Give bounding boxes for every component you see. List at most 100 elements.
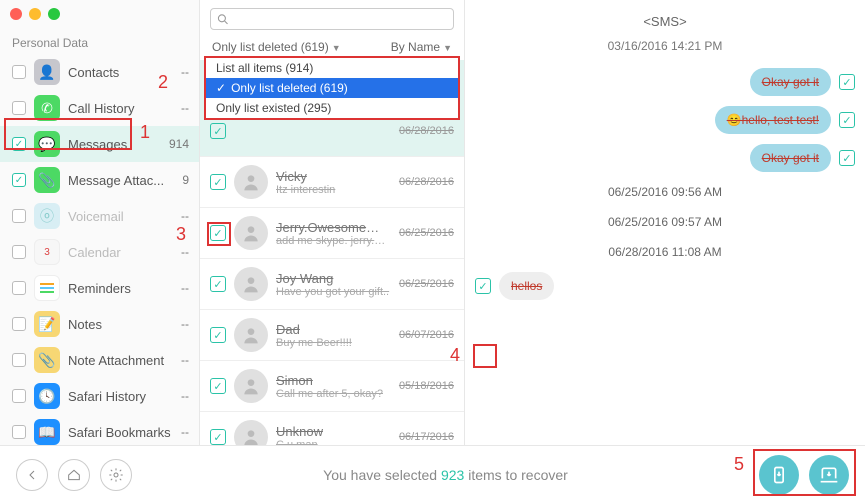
- search-input[interactable]: [210, 8, 454, 30]
- sidebar-item-message-attach[interactable]: 📎 Message Attac... 9: [0, 162, 199, 198]
- sidebar-item-label: Calendar: [68, 245, 121, 260]
- bubble-checkbox[interactable]: [839, 74, 855, 90]
- sidebar-item-messages[interactable]: 💬 Messages 914: [0, 126, 199, 162]
- filter-option-existed[interactable]: Only list existed (295): [206, 98, 458, 118]
- sort-dropdown-trigger[interactable]: By Name▼: [391, 40, 452, 54]
- sidebar-item-label: Reminders: [68, 281, 131, 296]
- reminders-icon: [34, 275, 60, 301]
- sidebar-item-reminders[interactable]: Reminders --: [0, 270, 199, 306]
- footer: You have selected 923 items to recover: [0, 445, 865, 503]
- avatar: [234, 420, 268, 445]
- sidebar-item-voicemail[interactable]: ⓞ Voicemail --: [0, 198, 199, 234]
- sidebar-item-note-attachment[interactable]: 📎 Note Attachment --: [0, 342, 199, 378]
- close-window-button[interactable]: [10, 8, 22, 20]
- home-button[interactable]: [58, 459, 90, 491]
- checkbox[interactable]: [12, 65, 26, 79]
- sidebar-item-label: Message Attac...: [68, 173, 164, 188]
- calendar-icon: 3: [34, 239, 60, 265]
- avatar: [234, 165, 268, 199]
- message-detail-panel: <SMS> 03/16/2016 14:21 PM Okay got it 😊h…: [465, 0, 865, 445]
- message-list-panel: Only list deleted (619)▼ By Name▼ List a…: [200, 0, 465, 445]
- checkbox[interactable]: [12, 101, 26, 115]
- message-bubble-row: Okay got it: [475, 144, 855, 172]
- safari-history-icon: 🕓: [34, 383, 60, 409]
- filter-option-deleted[interactable]: Only list deleted (619): [206, 78, 458, 98]
- search-field[interactable]: [232, 12, 447, 26]
- messages-icon: 💬: [34, 131, 60, 157]
- sidebar-item-call-history[interactable]: ✆ Call History --: [0, 90, 199, 126]
- sidebar-item-contacts[interactable]: 👤 Contacts --: [0, 54, 199, 90]
- sidebar-item-label: Voicemail: [68, 209, 124, 224]
- sidebar-item-label: Safari History: [68, 389, 146, 404]
- detail-header-time: 03/16/2016 14:21 PM: [475, 35, 855, 63]
- timestamp: 06/25/2016 09:56 AM: [475, 177, 855, 207]
- message-row[interactable]: Joy WangHave you got your gift.. 06/25/2…: [200, 259, 464, 310]
- sidebar-item-label: Notes: [68, 317, 102, 332]
- detail-title: <SMS>: [475, 8, 855, 35]
- message-bubble-row: 😊hello, test test!: [475, 106, 855, 134]
- recover-to-device-button[interactable]: [759, 455, 799, 495]
- bubble-checkbox[interactable]: [839, 112, 855, 128]
- note-attachment-icon: 📎: [34, 347, 60, 373]
- filter-dropdown: List all items (914) Only list deleted (…: [204, 56, 460, 120]
- maximize-window-button[interactable]: [48, 8, 60, 20]
- phone-icon: ✆: [34, 95, 60, 121]
- message-row[interactable]: DadBuy me Beer!!!! 06/07/2016: [200, 310, 464, 361]
- row-checkbox[interactable]: [210, 378, 226, 394]
- checkbox[interactable]: [12, 425, 26, 439]
- avatar: [234, 369, 268, 403]
- attachment-icon: 📎: [34, 167, 60, 193]
- window-controls: [10, 8, 60, 20]
- avatar: [234, 318, 268, 352]
- outgoing-bubble: Okay got it: [750, 68, 831, 96]
- bubble-checkbox[interactable]: [839, 150, 855, 166]
- row-checkbox[interactable]: [210, 429, 226, 445]
- recover-to-computer-button[interactable]: [809, 455, 849, 495]
- bubble-checkbox[interactable]: [475, 278, 491, 294]
- row-checkbox[interactable]: [210, 225, 226, 241]
- message-row[interactable]: VickyItz interestin 06/28/2016: [200, 157, 464, 208]
- sidebar-item-safari-history[interactable]: 🕓 Safari History --: [0, 378, 199, 414]
- sidebar-item-label: Safari Bookmarks: [68, 425, 171, 440]
- sidebar-item-label: Messages: [68, 137, 127, 152]
- footer-message: You have selected 923 items to recover: [142, 467, 749, 483]
- contacts-icon: 👤: [34, 59, 60, 85]
- avatar: [234, 216, 268, 250]
- checkbox[interactable]: [12, 353, 26, 367]
- filter-option-all[interactable]: List all items (914): [206, 58, 458, 78]
- sidebar: Personal Data 👤 Contacts -- ✆ Call Histo…: [0, 0, 200, 445]
- message-row[interactable]: UnknowC u man 06/17/2016: [200, 412, 464, 445]
- outgoing-bubble: 😊hello, test test!: [715, 106, 831, 134]
- sidebar-section-personal: Personal Data: [0, 30, 199, 54]
- message-row[interactable]: Jerry.Owesome@aol.comadd me skype. jerry…: [200, 208, 464, 259]
- sidebar-item-label: Call History: [68, 101, 134, 116]
- row-checkbox[interactable]: [210, 327, 226, 343]
- sidebar-item-notes[interactable]: 📝 Notes --: [0, 306, 199, 342]
- message-bubble-row: Okay got it: [475, 68, 855, 96]
- sidebar-item-calendar[interactable]: 3 Calendar --: [0, 234, 199, 270]
- voicemail-icon: ⓞ: [34, 203, 60, 229]
- timestamp: 06/28/2016 11:08 AM: [475, 237, 855, 267]
- outgoing-bubble: Okay got it: [750, 144, 831, 172]
- checkbox[interactable]: [12, 389, 26, 403]
- back-button[interactable]: [16, 459, 48, 491]
- message-row[interactable]: SimonCall me after 5, okay? 05/18/2016: [200, 361, 464, 412]
- sidebar-item-safari-bookmarks[interactable]: 📖 Safari Bookmarks --: [0, 414, 199, 445]
- filter-dropdown-trigger[interactable]: Only list deleted (619)▼: [212, 40, 341, 54]
- checkbox[interactable]: [12, 317, 26, 331]
- checkbox[interactable]: [12, 209, 26, 223]
- safari-bookmarks-icon: 📖: [34, 419, 60, 445]
- settings-button[interactable]: [100, 459, 132, 491]
- row-checkbox[interactable]: [210, 174, 226, 190]
- checkbox[interactable]: [12, 173, 26, 187]
- minimize-window-button[interactable]: [29, 8, 41, 20]
- checkbox[interactable]: [12, 137, 26, 151]
- incoming-bubble: hellos: [499, 272, 554, 300]
- timestamp: 06/25/2016 09:57 AM: [475, 207, 855, 237]
- row-checkbox[interactable]: [210, 123, 226, 139]
- sidebar-item-label: Note Attachment: [68, 353, 164, 368]
- checkbox[interactable]: [12, 281, 26, 295]
- checkbox[interactable]: [12, 245, 26, 259]
- row-checkbox[interactable]: [210, 276, 226, 292]
- notes-icon: 📝: [34, 311, 60, 337]
